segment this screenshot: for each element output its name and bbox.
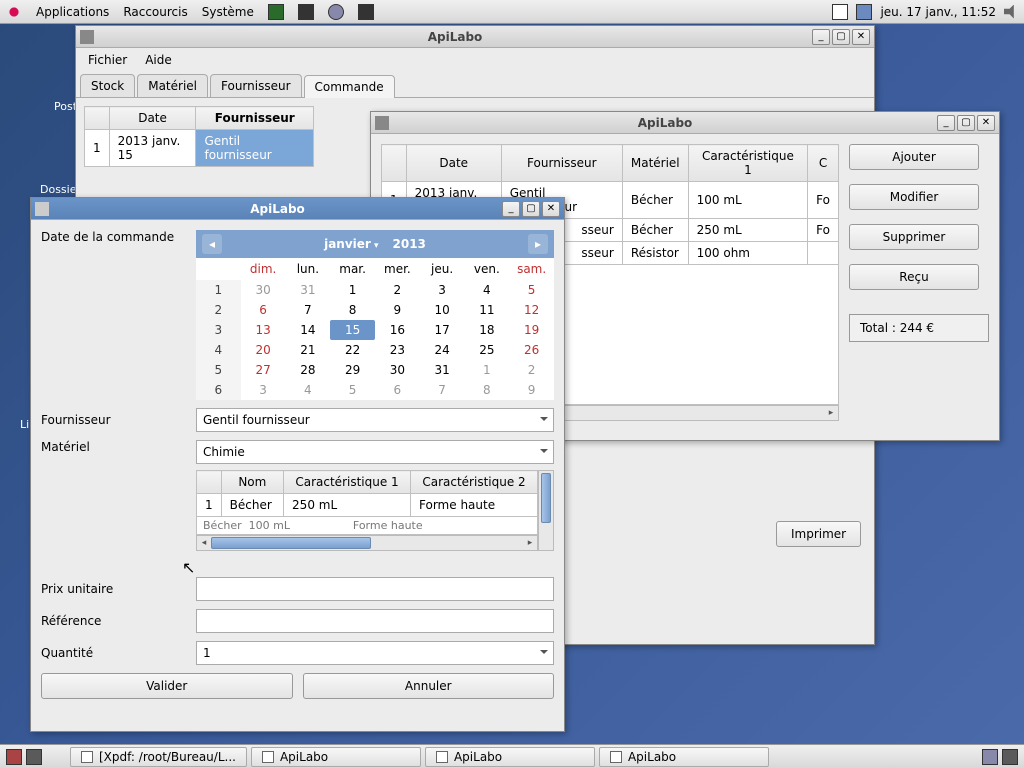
tab-commande[interactable]: Commande bbox=[304, 75, 395, 98]
tab-stock[interactable]: Stock bbox=[80, 74, 135, 97]
reference-input[interactable] bbox=[196, 609, 554, 633]
label-prix: Prix unitaire bbox=[41, 582, 196, 596]
app-icon bbox=[375, 116, 389, 130]
top-panel: Applications Raccourcis Système jeu. 17 … bbox=[0, 0, 1024, 24]
menu-applications[interactable]: Applications bbox=[36, 5, 109, 19]
minimize-button[interactable]: _ bbox=[812, 29, 830, 45]
modifier-button[interactable]: Modifier bbox=[849, 184, 979, 210]
tab-fournisseur[interactable]: Fournisseur bbox=[210, 74, 302, 97]
clock[interactable]: jeu. 17 janv., 11:52 bbox=[880, 5, 996, 19]
materiel-combo[interactable] bbox=[196, 440, 554, 464]
maximize-button[interactable]: ▢ bbox=[522, 201, 540, 217]
applet-icon[interactable] bbox=[268, 4, 284, 20]
tray-icon[interactable] bbox=[832, 4, 848, 20]
maximize-button[interactable]: ▢ bbox=[957, 115, 975, 131]
minimize-button[interactable]: _ bbox=[937, 115, 955, 131]
bottom-panel: [Xpdf: /root/Bureau/L... ApiLabo ApiLabo… bbox=[0, 744, 1024, 768]
label-materiel: Matériel bbox=[41, 440, 196, 454]
valider-button[interactable]: Valider bbox=[41, 673, 293, 699]
workspace-switcher-icon[interactable] bbox=[982, 749, 998, 765]
desktop-label: Li bbox=[20, 418, 29, 431]
label-date: Date de la commande bbox=[41, 230, 196, 244]
annuler-button[interactable]: Annuler bbox=[303, 673, 555, 699]
tab-materiel[interactable]: Matériel bbox=[137, 74, 208, 97]
calendar-year: 2013 bbox=[393, 237, 426, 251]
table-row: 1 2013 janv. 15 Gentil fournisseur bbox=[85, 130, 314, 167]
total-label: Total : 244 € bbox=[849, 314, 989, 342]
desktop-label: Dossie bbox=[40, 183, 77, 196]
trash-icon[interactable] bbox=[1002, 749, 1018, 765]
prev-month-button[interactable]: ◂ bbox=[202, 234, 222, 254]
fournisseur-combo[interactable] bbox=[196, 408, 554, 432]
volume-icon[interactable] bbox=[1004, 5, 1018, 19]
window-title: ApiLabo bbox=[98, 30, 812, 44]
imprimer-button[interactable]: Imprimer bbox=[776, 521, 861, 547]
selected-day: 15 bbox=[330, 320, 375, 340]
recu-button[interactable]: Reçu bbox=[849, 264, 979, 290]
cursor-icon: ↖ bbox=[182, 558, 195, 577]
window-title: ApiLabo bbox=[393, 116, 937, 130]
close-button[interactable]: ✕ bbox=[852, 29, 870, 45]
menu-fichier[interactable]: Fichier bbox=[88, 53, 127, 67]
commande-table[interactable]: Date Fournisseur 1 2013 janv. 15 Gentil … bbox=[84, 106, 314, 167]
terminal-icon[interactable] bbox=[358, 4, 374, 20]
label-reference: Référence bbox=[41, 614, 196, 628]
next-month-button[interactable]: ▸ bbox=[528, 234, 548, 254]
task-xpdf[interactable]: [Xpdf: /root/Bureau/L... bbox=[70, 747, 247, 767]
debian-icon bbox=[6, 4, 22, 20]
task-apilabo[interactable]: ApiLabo bbox=[599, 747, 769, 767]
close-button[interactable]: ✕ bbox=[977, 115, 995, 131]
task-apilabo[interactable]: ApiLabo bbox=[425, 747, 595, 767]
window-title: ApiLabo bbox=[53, 202, 502, 216]
applet-icon[interactable] bbox=[328, 4, 344, 20]
menu-system[interactable]: Système bbox=[202, 5, 254, 19]
prix-input[interactable] bbox=[196, 577, 554, 601]
app-icon bbox=[35, 202, 49, 216]
vertical-scrollbar[interactable] bbox=[538, 470, 554, 551]
maximize-button[interactable]: ▢ bbox=[832, 29, 850, 45]
calendar[interactable]: ◂ janvier 2013 ▸ dim.lun.mar.mer.jeu.ven… bbox=[196, 230, 554, 400]
panel-icon[interactable] bbox=[26, 749, 42, 765]
materiel-table[interactable]: NomCaractéristique 1Caractéristique 2 1B… bbox=[196, 470, 538, 517]
network-icon[interactable] bbox=[856, 4, 872, 20]
show-desktop-icon[interactable] bbox=[6, 749, 22, 765]
menu-shortcuts[interactable]: Raccourcis bbox=[123, 5, 187, 19]
menu-aide[interactable]: Aide bbox=[145, 53, 172, 67]
partial-row: Bécher 100 mL Forme haute bbox=[196, 517, 538, 535]
minimize-button[interactable]: _ bbox=[502, 201, 520, 217]
quantite-input[interactable] bbox=[196, 641, 554, 665]
label-quantite: Quantité bbox=[41, 646, 196, 660]
col-date: Date bbox=[109, 107, 196, 130]
ajouter-button[interactable]: Ajouter bbox=[849, 144, 979, 170]
label-fournisseur: Fournisseur bbox=[41, 413, 196, 427]
task-apilabo[interactable]: ApiLabo bbox=[251, 747, 421, 767]
close-button[interactable]: ✕ bbox=[542, 201, 560, 217]
applet-icon[interactable] bbox=[298, 4, 314, 20]
app-icon bbox=[80, 30, 94, 44]
scroll-right-icon: ▸ bbox=[824, 406, 838, 420]
horizontal-scrollbar[interactable]: ◂▸ bbox=[196, 535, 538, 551]
window-apilabo-form: ApiLabo _ ▢ ✕ Date de la commande ◂ janv… bbox=[30, 197, 565, 732]
col-fournisseur: Fournisseur bbox=[196, 107, 314, 130]
supprimer-button[interactable]: Supprimer bbox=[849, 224, 979, 250]
table-row: 1Bécher250 mLForme haute bbox=[197, 494, 538, 517]
calendar-month: janvier bbox=[324, 237, 378, 251]
